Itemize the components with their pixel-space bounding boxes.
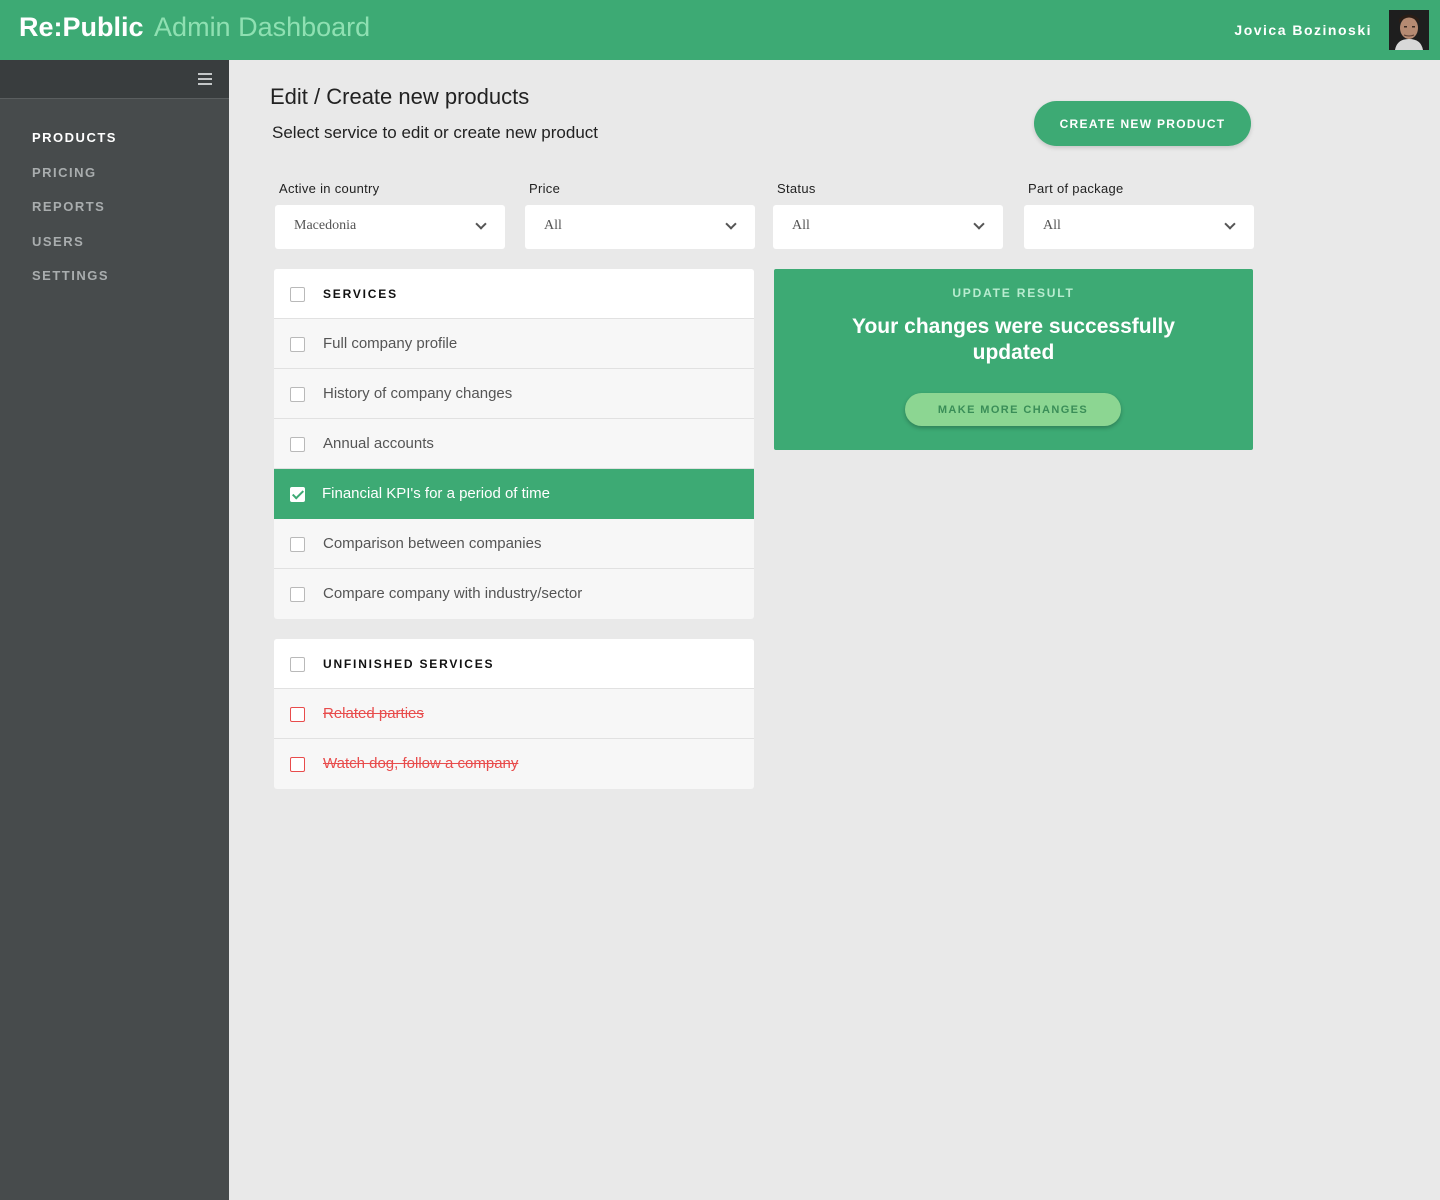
- item-label: Annual accounts: [323, 435, 434, 452]
- sidebar-item-reports[interactable]: REPORTS: [32, 199, 117, 234]
- select-all-checkbox[interactable]: [290, 287, 305, 302]
- item-checkbox[interactable]: [290, 337, 305, 352]
- item-checkbox[interactable]: [290, 757, 305, 772]
- select-value: Macedonia: [294, 218, 357, 233]
- filter-label: Active in country: [279, 181, 380, 196]
- item-label: Financial KPI's for a period of time: [322, 485, 550, 502]
- sidebar-item-products[interactable]: PRODUCTS: [32, 130, 117, 165]
- hamburger-menu-icon[interactable]: [198, 73, 212, 85]
- brand-subtitle: Admin Dashboard: [154, 12, 371, 42]
- price-select[interactable]: All: [525, 205, 755, 249]
- item-label: Related parties: [323, 705, 424, 722]
- user-name[interactable]: Jovica Bozinoski: [1234, 22, 1372, 38]
- brand-name: Re:Public: [19, 12, 144, 42]
- unfinished-services-list: UNFINISHED SERVICES Related parties Watc…: [274, 639, 754, 789]
- item-checkbox[interactable]: [290, 587, 305, 602]
- filter-label: Part of package: [1028, 181, 1124, 196]
- chevron-down-icon: [1224, 218, 1236, 230]
- list-item[interactable]: History of company changes: [274, 369, 754, 419]
- sidebar: PRODUCTS PRICING REPORTS USERS SETTINGS: [0, 60, 229, 1200]
- make-more-changes-button[interactable]: MAKE MORE CHANGES: [905, 393, 1121, 426]
- list-header[interactable]: UNFINISHED SERVICES: [274, 639, 754, 689]
- list-header-label: SERVICES: [323, 287, 398, 301]
- filter-package: Part of package All: [1024, 181, 1254, 249]
- result-label: UPDATE RESULT: [952, 286, 1075, 300]
- filter-label: Status: [777, 181, 816, 196]
- chevron-down-icon: [475, 218, 487, 230]
- package-select[interactable]: All: [1024, 205, 1254, 249]
- list-item-selected[interactable]: Financial KPI's for a period of time: [274, 469, 754, 519]
- page-subtitle: Select service to edit or create new pro…: [272, 123, 598, 142]
- avatar[interactable]: [1389, 10, 1429, 50]
- filter-country: Active in country Macedonia: [275, 181, 505, 249]
- list-item[interactable]: Watch dog, follow a company: [274, 739, 754, 789]
- update-result-panel: UPDATE RESULT Your changes were successf…: [774, 269, 1253, 450]
- item-label: Full company profile: [323, 335, 458, 352]
- select-value: All: [544, 218, 562, 233]
- sidebar-item-pricing[interactable]: PRICING: [32, 165, 117, 200]
- top-bar: Re:Public Admin Dashboard Jovica Bozinos…: [0, 0, 1440, 60]
- list-header[interactable]: SERVICES: [274, 269, 754, 319]
- list-item[interactable]: Comparison between companies: [274, 519, 754, 569]
- item-label: Comparison between companies: [323, 535, 542, 552]
- status-select[interactable]: All: [773, 205, 1003, 249]
- select-value: All: [792, 218, 810, 233]
- select-all-checkbox[interactable]: [290, 657, 305, 672]
- chevron-down-icon: [973, 218, 985, 230]
- create-new-product-button[interactable]: CREATE NEW PRODUCT: [1034, 101, 1251, 146]
- item-checkbox[interactable]: [290, 437, 305, 452]
- chevron-down-icon: [725, 218, 737, 230]
- sidebar-item-users[interactable]: USERS: [32, 234, 117, 269]
- app-title[interactable]: Re:Public Admin Dashboard: [19, 12, 370, 43]
- country-select[interactable]: Macedonia: [275, 205, 505, 249]
- avatar-photo-icon: [1389, 10, 1429, 50]
- filter-status: Status All: [773, 181, 1003, 249]
- item-label: Compare company with industry/sector: [323, 585, 583, 602]
- checked-checkbox-icon[interactable]: [290, 487, 305, 502]
- list-item[interactable]: Related parties: [274, 689, 754, 739]
- sidebar-nav: PRODUCTS PRICING REPORTS USERS SETTINGS: [32, 130, 117, 303]
- item-label: Watch dog, follow a company: [323, 755, 519, 772]
- list-header-label: UNFINISHED SERVICES: [323, 657, 495, 671]
- filter-label: Price: [529, 181, 561, 196]
- sidebar-header: [0, 60, 229, 99]
- select-value: All: [1043, 218, 1061, 233]
- item-checkbox[interactable]: [290, 537, 305, 552]
- list-item[interactable]: Annual accounts: [274, 419, 754, 469]
- sidebar-item-settings[interactable]: SETTINGS: [32, 268, 117, 303]
- list-item[interactable]: Full company profile: [274, 319, 754, 369]
- item-checkbox[interactable]: [290, 707, 305, 722]
- filter-price: Price All: [525, 181, 755, 249]
- list-item[interactable]: Compare company with industry/sector: [274, 569, 754, 619]
- services-list: SERVICES Full company profile History of…: [274, 269, 754, 619]
- page-title: Edit / Create new products: [270, 84, 530, 109]
- item-checkbox[interactable]: [290, 387, 305, 402]
- item-label: History of company changes: [323, 385, 513, 402]
- result-message: Your changes were successfully updated: [852, 315, 1175, 364]
